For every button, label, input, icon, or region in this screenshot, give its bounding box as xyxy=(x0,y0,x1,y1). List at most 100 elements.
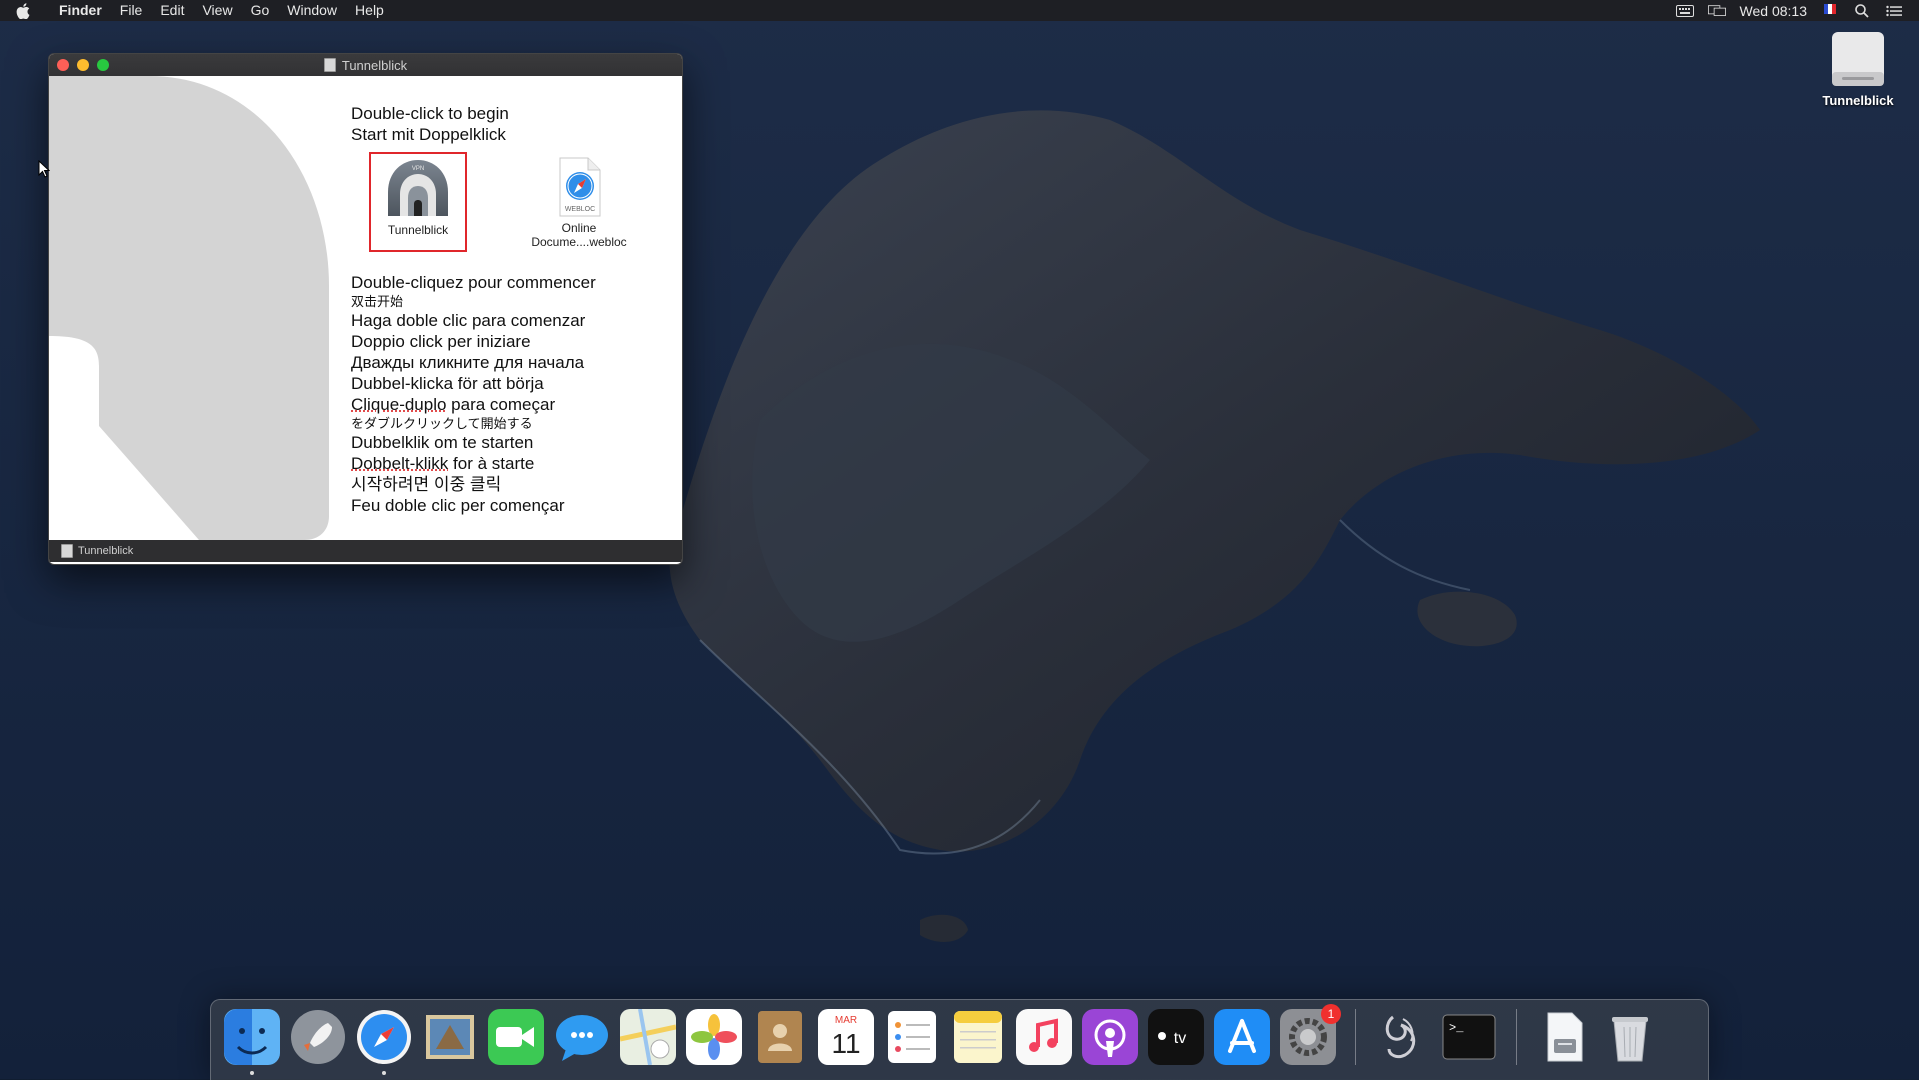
menu-view[interactable]: View xyxy=(193,0,241,21)
online-documentation-file[interactable]: WEBLOC Online Docume....webloc xyxy=(519,156,639,249)
messages-icon xyxy=(556,1015,608,1061)
menu-bar: Finder File Edit View Go Window Help Wed… xyxy=(0,0,1919,21)
lang-zh: 双击开始 xyxy=(351,294,404,309)
dock-calendar[interactable]: MAR 11 xyxy=(817,1008,875,1066)
dock-system-preferences[interactable]: 1 xyxy=(1279,1004,1341,1066)
dock-reminders[interactable] xyxy=(883,1008,941,1066)
close-window-button[interactable] xyxy=(57,59,69,71)
disk-image-small-icon xyxy=(61,544,73,558)
lang-ja: をダブルクリックして開始する xyxy=(351,416,533,431)
notification-center-icon[interactable] xyxy=(1885,4,1903,18)
dock-facetime[interactable] xyxy=(487,1008,545,1066)
lang-fr: Double-cliquez pour commencer xyxy=(351,273,596,292)
window-title-bar[interactable]: Tunnelblick xyxy=(49,54,682,76)
desktop-drive-tunnelblick[interactable]: Tunnelblick xyxy=(1808,28,1908,108)
lang-no-rest: for à starte xyxy=(448,454,535,473)
calendar-icon: MAR 11 xyxy=(818,1009,874,1065)
dock-maps[interactable] xyxy=(619,1008,677,1066)
keyboard-icon[interactable] xyxy=(1675,4,1694,18)
dock-trash[interactable] xyxy=(1601,1008,1659,1066)
reminders-icon xyxy=(888,1011,936,1063)
dock-app-store[interactable] xyxy=(1213,1008,1271,1066)
display-mirror-icon[interactable] xyxy=(1707,4,1726,18)
dock-safari[interactable] xyxy=(355,1008,413,1075)
menu-clock[interactable]: Wed 08:13 xyxy=(1740,3,1807,19)
dock-terminal[interactable]: >_ xyxy=(1440,1008,1498,1066)
maps-icon xyxy=(620,1009,676,1065)
flag-fr-icon[interactable] xyxy=(1821,3,1839,18)
webloc-file-label-line1: Online xyxy=(561,221,597,235)
terminal-prompt: >_ xyxy=(1449,1021,1464,1035)
tunnelblick-app-icon: VPN xyxy=(388,160,448,216)
facetime-icon xyxy=(488,1009,544,1065)
path-bar-label[interactable]: Tunnelblick xyxy=(78,545,133,557)
menu-finder[interactable]: Finder xyxy=(50,0,111,21)
safari-icon xyxy=(357,1010,411,1064)
disk-image-icon xyxy=(323,58,336,72)
lang-no: Dobbelt-klikk for à starte xyxy=(351,453,596,474)
notification-badge: 1 xyxy=(1321,1004,1341,1024)
menu-file[interactable]: File xyxy=(111,0,152,21)
dock-contacts[interactable] xyxy=(751,1008,809,1066)
dock-launchpad[interactable] xyxy=(289,1008,347,1066)
dock-mail[interactable] xyxy=(421,1008,479,1066)
dock-separator xyxy=(1355,1009,1356,1065)
lang-pt: Clique-duplo para começar xyxy=(351,394,596,415)
dock-podcasts[interactable] xyxy=(1081,1008,1139,1066)
window-path-bar: Tunnelblick xyxy=(49,540,682,562)
webloc-file-label-line2: Docume....webloc xyxy=(531,235,627,249)
calendar-day: 11 xyxy=(831,1028,860,1059)
language-instructions: Double-cliquez pour commencer 双击开始 Haga … xyxy=(351,272,596,516)
zoom-window-button[interactable] xyxy=(97,59,109,71)
lang-sv: Dubbel-klicka för att börja xyxy=(351,374,544,393)
menu-help[interactable]: Help xyxy=(346,0,393,21)
tunnel-background-art xyxy=(49,76,329,540)
script-icon xyxy=(1385,1015,1416,1059)
external-drive-icon xyxy=(1832,32,1884,86)
window-title: Tunnelblick xyxy=(341,57,408,73)
lang-ru: Дважды кликните для начала xyxy=(351,353,585,372)
lang-pt-rest: para começar xyxy=(446,395,556,414)
dock-photos[interactable] xyxy=(685,1008,743,1066)
tunnelblick-app-file[interactable]: VPN Tunnelblick xyxy=(369,152,467,252)
contacts-icon xyxy=(758,1011,802,1063)
dock: MAR 11 tv 1 >_ xyxy=(210,999,1709,1080)
menu-window[interactable]: Window xyxy=(278,0,346,21)
calendar-month: MAR xyxy=(835,1015,857,1026)
podcasts-icon xyxy=(1082,1009,1138,1065)
terminal-icon: >_ xyxy=(1442,1014,1496,1060)
lang-ca: Feu doble clic per començar xyxy=(351,496,565,515)
mouse-pointer-icon xyxy=(38,160,50,178)
lang-it: Doppio click per iniziare xyxy=(351,332,531,351)
mail-icon xyxy=(426,1015,474,1059)
downloads-folder-icon xyxy=(1547,1012,1583,1062)
spotlight-search-icon[interactable] xyxy=(1853,3,1871,18)
menu-go[interactable]: Go xyxy=(242,0,279,21)
dock-separator-2 xyxy=(1516,1009,1517,1065)
tv-label: tv xyxy=(1174,1030,1186,1047)
finder-window: Tunnelblick Double-click to begin Start … xyxy=(48,53,683,565)
dock-messages[interactable] xyxy=(553,1008,611,1066)
dock-finder[interactable] xyxy=(223,1008,281,1075)
music-icon xyxy=(1016,1009,1072,1065)
tunnelblick-file-label: Tunnelblick xyxy=(387,223,449,237)
minimize-window-button[interactable] xyxy=(77,59,89,71)
desktop-drive-label: Tunnelblick xyxy=(1822,93,1894,108)
menu-edit[interactable]: Edit xyxy=(151,0,193,21)
trash-icon xyxy=(1612,1017,1648,1062)
app-store-icon xyxy=(1214,1009,1270,1065)
intro-text: Double-click to begin Start mit Doppelkl… xyxy=(351,103,509,145)
dock-notes[interactable] xyxy=(949,1008,1007,1066)
dock-music[interactable] xyxy=(1015,1008,1073,1066)
dock-script-editor[interactable] xyxy=(1374,1008,1432,1066)
window-content: Double-click to begin Start mit Doppelkl… xyxy=(49,76,682,540)
intro-line-de: Start mit Doppelklick xyxy=(351,125,506,144)
lang-es: Haga doble clic para comenzar xyxy=(351,311,586,330)
running-indicator xyxy=(382,1071,386,1075)
finder-icon xyxy=(224,1009,280,1065)
lang-no-underlined: Dobbelt-klikk xyxy=(351,454,449,473)
apple-menu-icon[interactable] xyxy=(16,2,34,19)
dock-tv[interactable]: tv xyxy=(1147,1008,1205,1066)
dock-downloads[interactable] xyxy=(1535,1008,1593,1066)
lang-nl: Dubbelklik om te starten xyxy=(351,433,534,452)
